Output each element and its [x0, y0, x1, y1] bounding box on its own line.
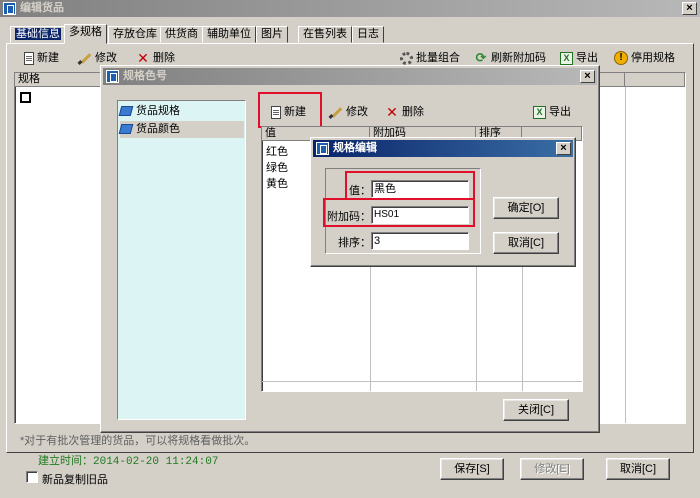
value-label: 值：	[349, 185, 371, 197]
tab-storage[interactable]: 存放仓库	[108, 26, 162, 43]
edit-cancel-button[interactable]: 取消[C]	[493, 232, 559, 254]
batch-note: *对于有批次管理的货品，可以将规格看做批次。	[20, 435, 256, 447]
new-document-icon	[271, 105, 281, 119]
value-input[interactable]: 黑色	[371, 180, 469, 198]
row-checkbox[interactable]	[20, 92, 31, 103]
book-icon	[118, 124, 134, 135]
main-window-title: 编辑货品	[20, 2, 64, 14]
spec-edit-button[interactable]: 修改	[329, 103, 368, 121]
edit-dialog: 规格编辑 × 值： 黑色 附加码： HS01 排序： 3 确定[O] 取消[C]	[310, 137, 576, 267]
tab-label: 基础信息	[15, 28, 61, 40]
new-document-icon	[24, 51, 34, 65]
close-icon[interactable]: ×	[682, 2, 697, 15]
tab-multi-spec[interactable]: 多规格	[64, 24, 107, 44]
table-row[interactable]: 黄色	[266, 175, 288, 191]
ok-button[interactable]: 确定[O]	[493, 197, 559, 219]
tree-item-label: 货品颜色	[136, 123, 180, 135]
tab-label: 多规格	[69, 26, 102, 38]
tree-item-label: 货品规格	[136, 105, 180, 117]
delete-x-icon: ✕	[386, 104, 398, 120]
excel-export-icon: X	[560, 51, 573, 65]
grid-header-col	[625, 73, 685, 87]
grid-col-line	[625, 87, 626, 423]
spec-dialog-title: 规格色号	[123, 70, 167, 82]
tab-supplier[interactable]: 供货商	[160, 26, 203, 43]
grid-row-line	[262, 381, 582, 382]
tab-log[interactable]: 日志	[352, 26, 384, 43]
pencil-icon	[329, 105, 343, 119]
order-input[interactable]: 3	[371, 232, 469, 250]
close-icon[interactable]: ×	[580, 70, 595, 83]
modify-button[interactable]: 修改[E]	[520, 458, 584, 480]
app-icon	[106, 70, 119, 83]
spec-export-button[interactable]: X 导出	[533, 103, 571, 121]
tab-basic-info[interactable]: 基础信息	[10, 26, 66, 43]
warning-icon: !	[614, 51, 628, 65]
tree-item-spec[interactable]: 货品规格	[118, 103, 242, 120]
new-button[interactable]: 新建	[24, 49, 59, 67]
spec-new-button[interactable]: 新建	[271, 103, 306, 121]
app-icon	[316, 142, 329, 155]
close-icon[interactable]: ×	[556, 142, 571, 155]
tab-label: 辅助单位	[207, 28, 251, 40]
edit-dialog-title-bar: 规格编辑 ×	[313, 140, 573, 157]
tab-label: 日志	[357, 28, 379, 40]
spec-edit-label: 修改	[346, 106, 368, 118]
save-button[interactable]: 保存[S]	[440, 458, 504, 480]
tab-label: 供货商	[165, 28, 198, 40]
created-time: 建立时间：2014-02-20 11:24:07	[38, 456, 219, 468]
spec-export-label: 导出	[549, 106, 571, 118]
tab-on-sale[interactable]: 在售列表	[298, 26, 352, 43]
new-button-label: 新建	[37, 52, 59, 64]
disable-spec-label: 停用规格	[631, 52, 675, 64]
disable-spec-button[interactable]: ! 停用规格	[614, 49, 675, 67]
table-row[interactable]: 红色	[266, 143, 288, 159]
book-icon	[118, 106, 134, 117]
spec-delete-label: 删除	[402, 106, 424, 118]
tree-item-color[interactable]: 货品颜色	[118, 121, 244, 138]
excel-export-icon: X	[533, 105, 546, 119]
copy-old-label: 新品复制旧品	[42, 474, 108, 486]
tab-label: 存放仓库	[113, 28, 157, 40]
table-row[interactable]: 绿色	[266, 159, 288, 175]
pencil-icon	[78, 51, 92, 65]
code-label: 附加码：	[327, 211, 371, 223]
grid-header-spec[interactable]: 规格	[15, 73, 105, 87]
tab-label: 图片	[261, 28, 283, 40]
app-icon	[3, 2, 16, 15]
tab-images[interactable]: 图片	[256, 26, 288, 43]
refresh-icon: ⟳	[475, 50, 487, 65]
tab-label: 在售列表	[303, 28, 347, 40]
edit-dialog-title: 规格编辑	[333, 142, 377, 154]
order-label: 排序：	[338, 237, 371, 249]
spec-dialog-title-bar: 规格色号 ×	[103, 68, 597, 85]
spec-close-button[interactable]: 关闭[C]	[503, 399, 569, 421]
main-window-title-bar: 编辑货品 ×	[0, 0, 700, 17]
spec-new-label: 新建	[284, 106, 306, 118]
main-cancel-button[interactable]: 取消[C]	[606, 458, 670, 480]
copy-old-checkbox[interactable]	[26, 471, 38, 483]
delete-x-icon: ✕	[137, 50, 149, 66]
code-input[interactable]: HS01	[371, 206, 469, 224]
spec-delete-button[interactable]: ✕ 删除	[385, 103, 424, 121]
gear-icon	[400, 51, 413, 65]
tab-aux-unit[interactable]: 辅助单位	[202, 26, 256, 43]
spec-tree: 货品规格 货品颜色	[117, 100, 246, 420]
